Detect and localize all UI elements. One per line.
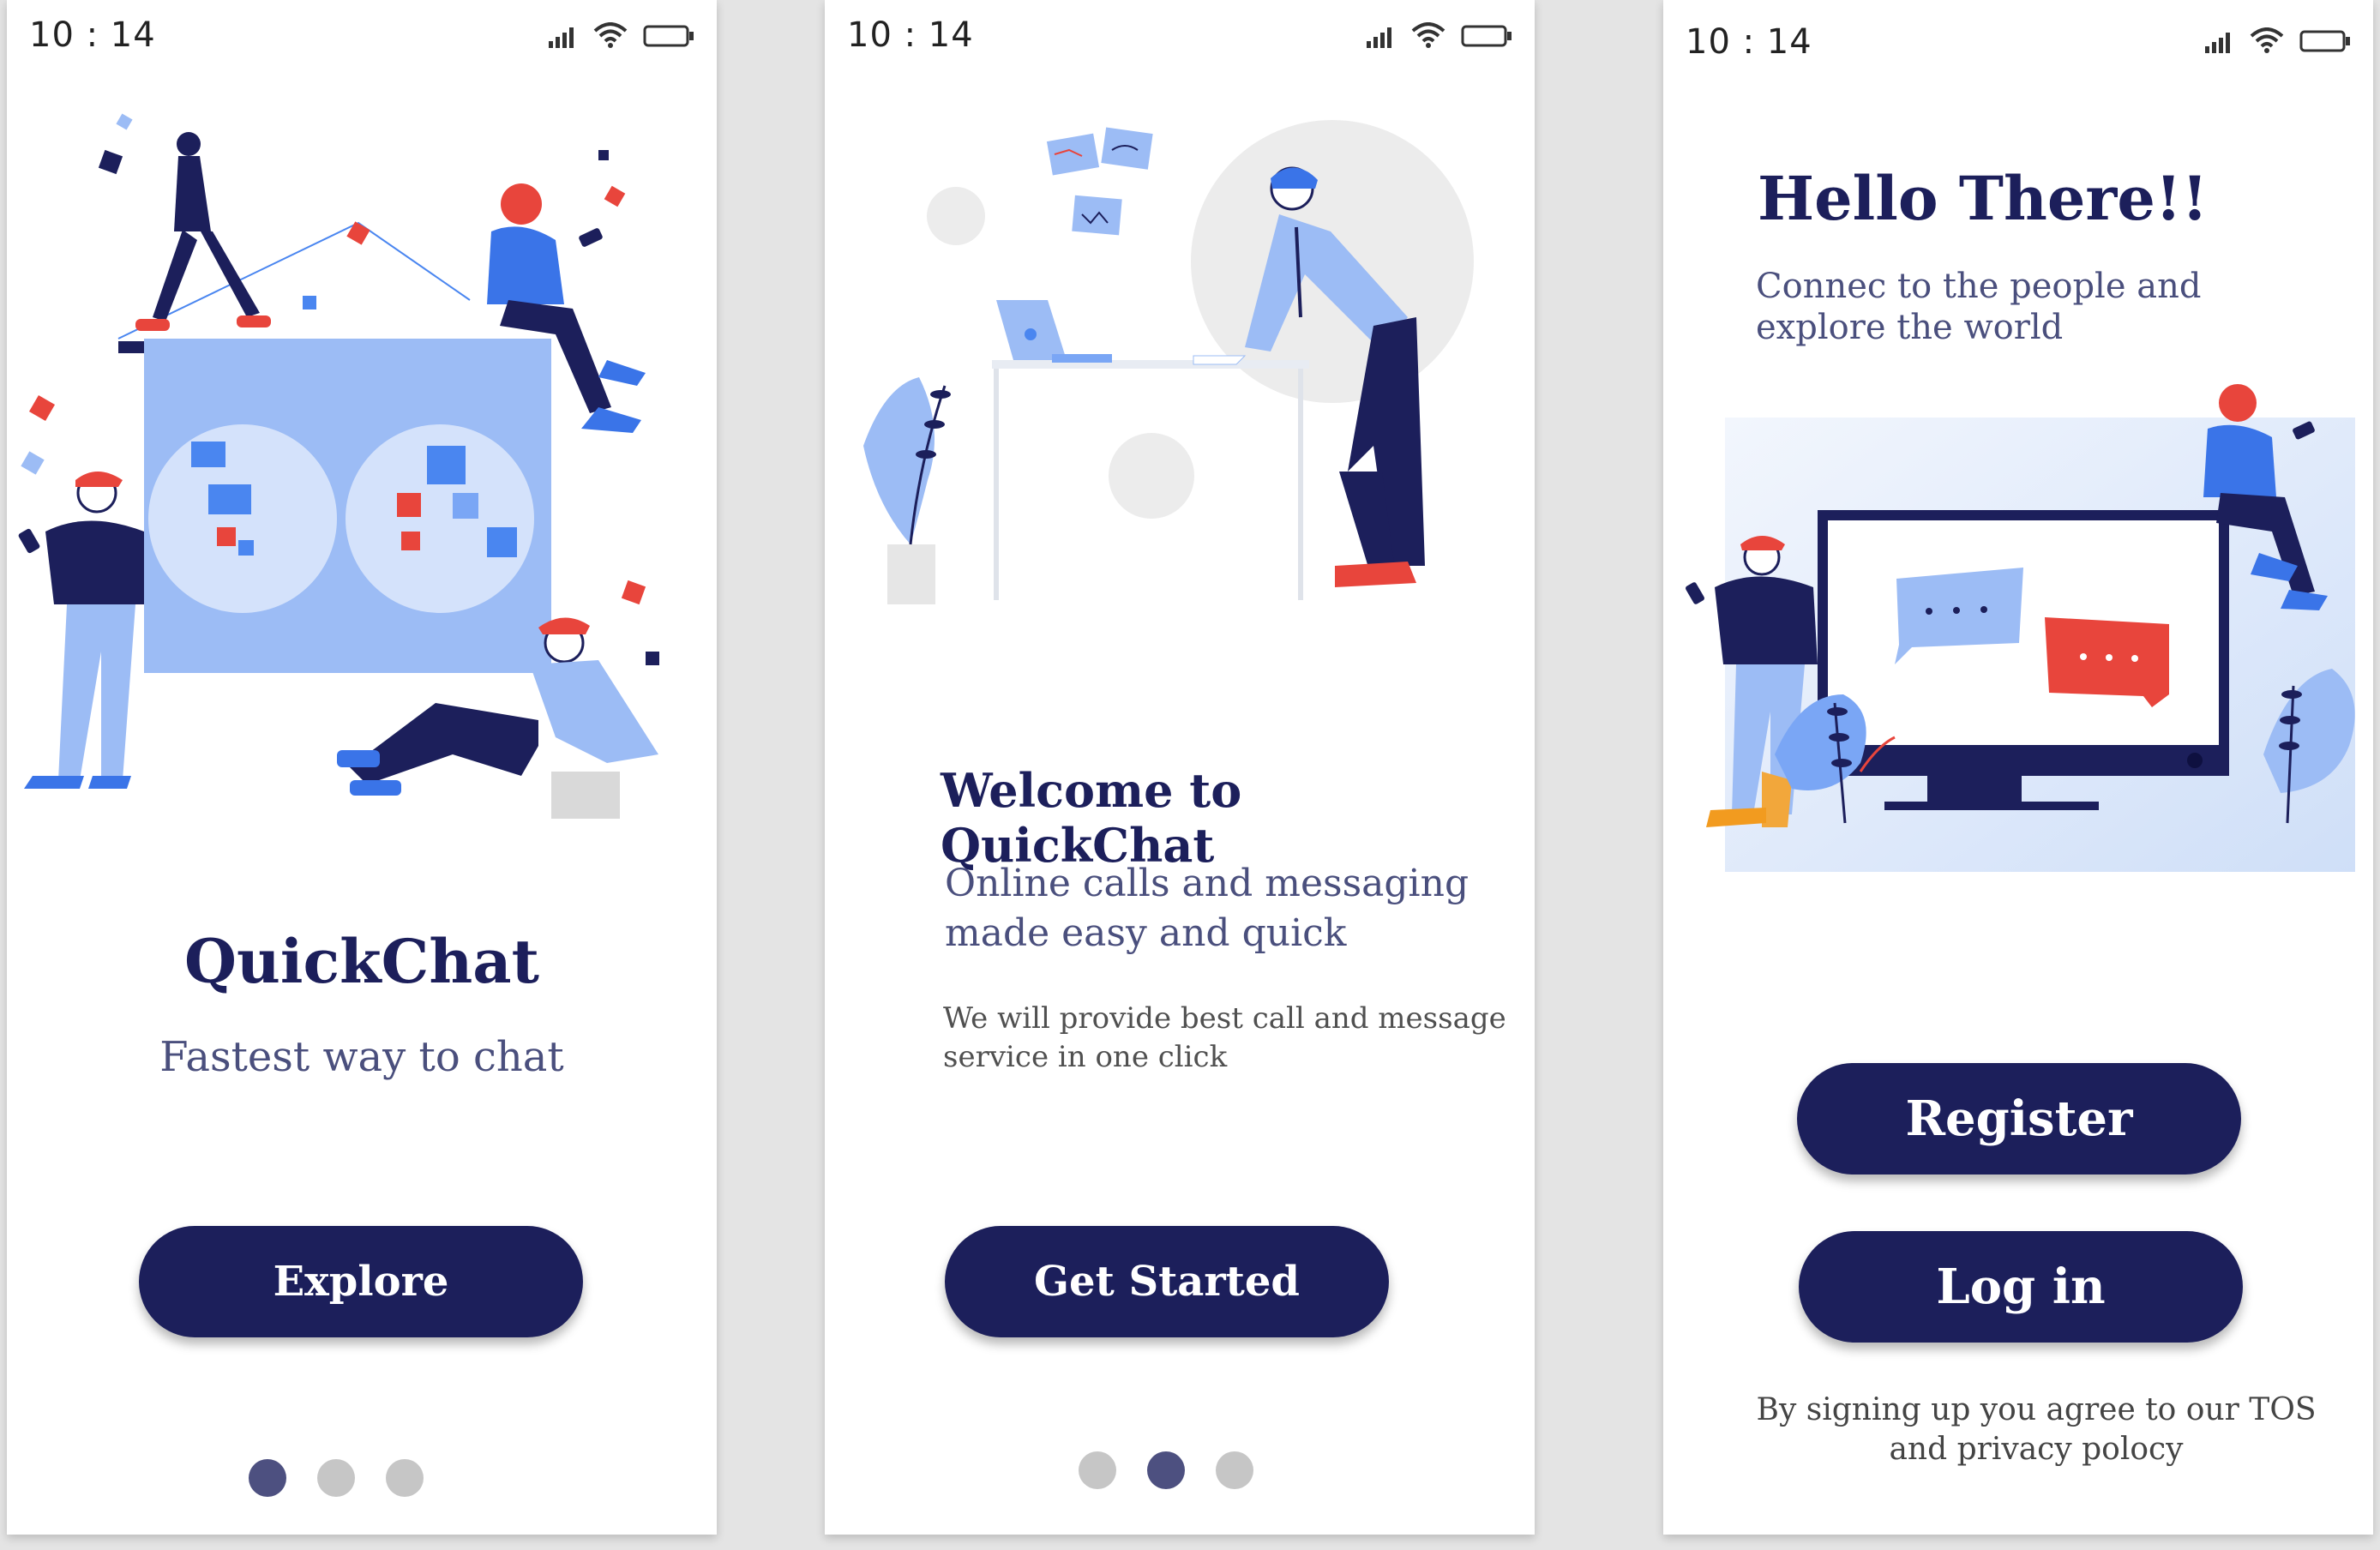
- battery-icon: [643, 25, 694, 47]
- welcome-description: We will provide best call and message se…: [943, 1001, 1506, 1074]
- monitor-chat-illustration: [1686, 384, 2355, 872]
- status-bar: 10 : 14: [825, 0, 1535, 77]
- greeting-subtitle: Connec to the people and explore the wor…: [1756, 267, 2202, 347]
- status-time: 10 : 14: [29, 15, 156, 55]
- pagination-dot-3[interactable]: [386, 1459, 424, 1497]
- pagination-dot-1[interactable]: [1079, 1451, 1116, 1489]
- pagination-dot-2[interactable]: [1147, 1451, 1185, 1489]
- tagline: Fastest way to chat: [159, 1033, 564, 1081]
- pagination-dots: [249, 1459, 424, 1497]
- person-walking-figure: [135, 132, 271, 331]
- wifi-icon: [1411, 22, 1445, 48]
- signal-icon: [1367, 27, 1391, 48]
- greeting-title: Hello There!!: [1758, 163, 2209, 234]
- status-time: 10 : 14: [1686, 22, 1812, 62]
- auth-screen: 10 : 14 Hello There!! Connec to the peop…: [1663, 0, 2373, 1535]
- pagination-dot-3[interactable]: [1216, 1451, 1253, 1489]
- get-started-button[interactable]: Get Started: [945, 1226, 1389, 1337]
- battery-icon: [2299, 30, 2350, 52]
- pagination-dot-2[interactable]: [317, 1459, 355, 1497]
- welcome-title: Welcome to QuickChat: [941, 763, 1242, 873]
- person-at-desk-illustration: [863, 120, 1474, 604]
- status-bar: 10 : 14: [7, 0, 717, 77]
- world-map-people-illustration: [18, 113, 659, 819]
- pagination-dots: [1079, 1451, 1253, 1489]
- login-button[interactable]: Log in: [1799, 1231, 2243, 1343]
- terms-notice: By signing up you agree to our TOS and p…: [1756, 1392, 2317, 1467]
- wifi-icon: [593, 22, 628, 48]
- signal-icon: [549, 27, 574, 48]
- battery-icon: [1461, 25, 1512, 47]
- app-title: QuickChat: [184, 926, 539, 997]
- status-time: 10 : 14: [847, 15, 974, 55]
- register-button[interactable]: Register: [1797, 1063, 2241, 1175]
- onboarding-screen-2: 10 : 14 Welcome to QuickChat Online call…: [825, 0, 1535, 1535]
- onboarding-screen-1: 10 : 14 QuickChat Fastest way to chat Ex…: [7, 0, 717, 1535]
- explore-button[interactable]: Explore: [139, 1226, 583, 1337]
- person-standing-left-figure: [18, 472, 144, 789]
- welcome-subtitle: Online calls and messaging made easy and…: [945, 862, 1469, 955]
- pagination-dot-1[interactable]: [249, 1459, 286, 1497]
- status-bar: 10 : 14: [1663, 0, 2373, 77]
- wifi-icon: [2250, 27, 2284, 53]
- signal-icon: [2205, 33, 2230, 53]
